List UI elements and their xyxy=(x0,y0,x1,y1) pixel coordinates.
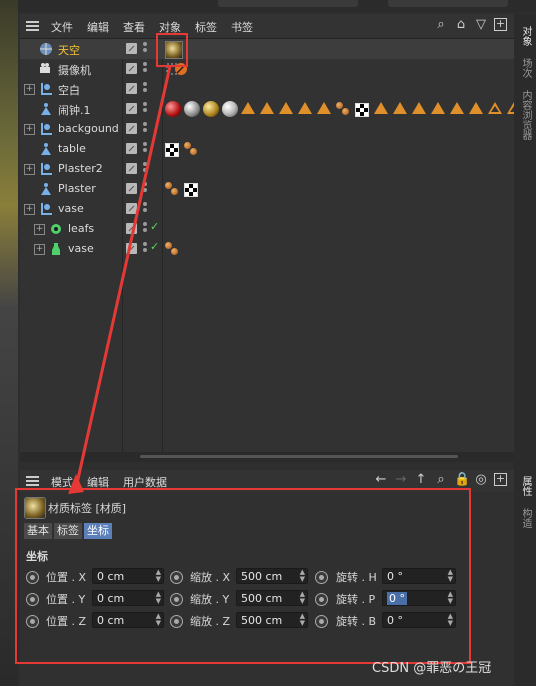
watermark: CSDN @罪恶の王冠 xyxy=(372,661,492,676)
annotation-arrow xyxy=(68,65,172,494)
